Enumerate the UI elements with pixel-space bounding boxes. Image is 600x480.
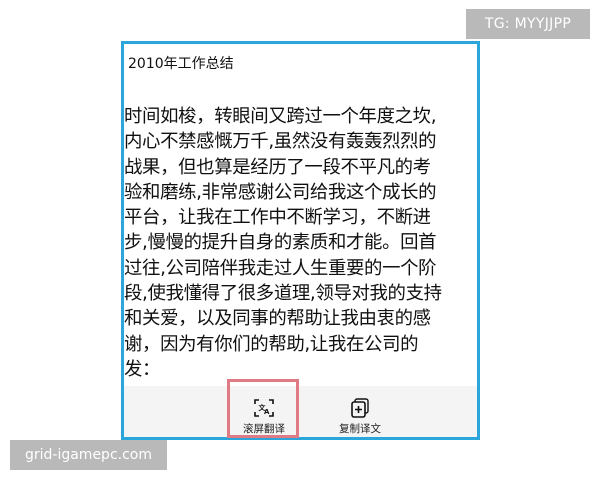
body-line: 谢，因为有你们的帮助,让我在公司的: [124, 333, 419, 355]
body-line: 发：: [124, 358, 161, 380]
phone-screen-frame: 2010年工作总结 时间如梭，转眼间又跨过一个年度之坎, 内心不禁感慨万千,虽然…: [121, 41, 480, 440]
scroll-translate-label: 滚屏翻译: [243, 423, 285, 435]
document-title: 2010年工作总结: [128, 56, 234, 72]
body-line: 验和磨练,非常感谢公司给我这个成长的: [124, 181, 437, 203]
body-line: 步,慢慢的提升自身的素质和才能。回首: [124, 232, 437, 254]
scroll-translate-button[interactable]: 文 A 滚屏翻译: [228, 386, 300, 437]
body-line: 时间如梭，转眼间又跨过一个年度之坎,: [124, 106, 437, 127]
copy-add-icon: [349, 398, 371, 418]
telegram-watermark: TG: MYYJJPP: [466, 9, 590, 39]
body-line: 段,使我懂得了很多道理,领导对我的支持: [124, 283, 442, 305]
copy-translation-button[interactable]: 复制译文: [324, 386, 396, 437]
document-body: 时间如梭，转眼间又跨过一个年度之坎, 内心不禁感慨万千,虽然没有轰轰烈烈的 战果…: [124, 104, 477, 382]
svg-text:A: A: [264, 408, 270, 416]
site-watermark: grid-igamepc.com: [10, 440, 167, 470]
body-line: 和关爱，以及同事的帮助让我由衷的感: [124, 308, 431, 330]
body-line: 战果，但也算是经历了一段不平凡的考: [124, 156, 431, 178]
copy-translation-label: 复制译文: [339, 423, 381, 435]
scroll-translate-icon: 文 A: [253, 398, 275, 418]
translation-toolbar: 文 A 滚屏翻译 复制译文: [124, 386, 477, 437]
body-line: 过往,公司陪伴我走过人生重要的一个阶: [124, 257, 437, 279]
body-line: 平台，让我在工作中不断学习，不断进: [124, 207, 431, 229]
body-line: 内心不禁感慨万千,虽然没有轰轰烈烈的: [124, 131, 437, 153]
screenshot-page: TG: MYYJJPP 2010年工作总结 时间如梭，转眼间又跨过一个年度之坎,…: [0, 0, 600, 480]
